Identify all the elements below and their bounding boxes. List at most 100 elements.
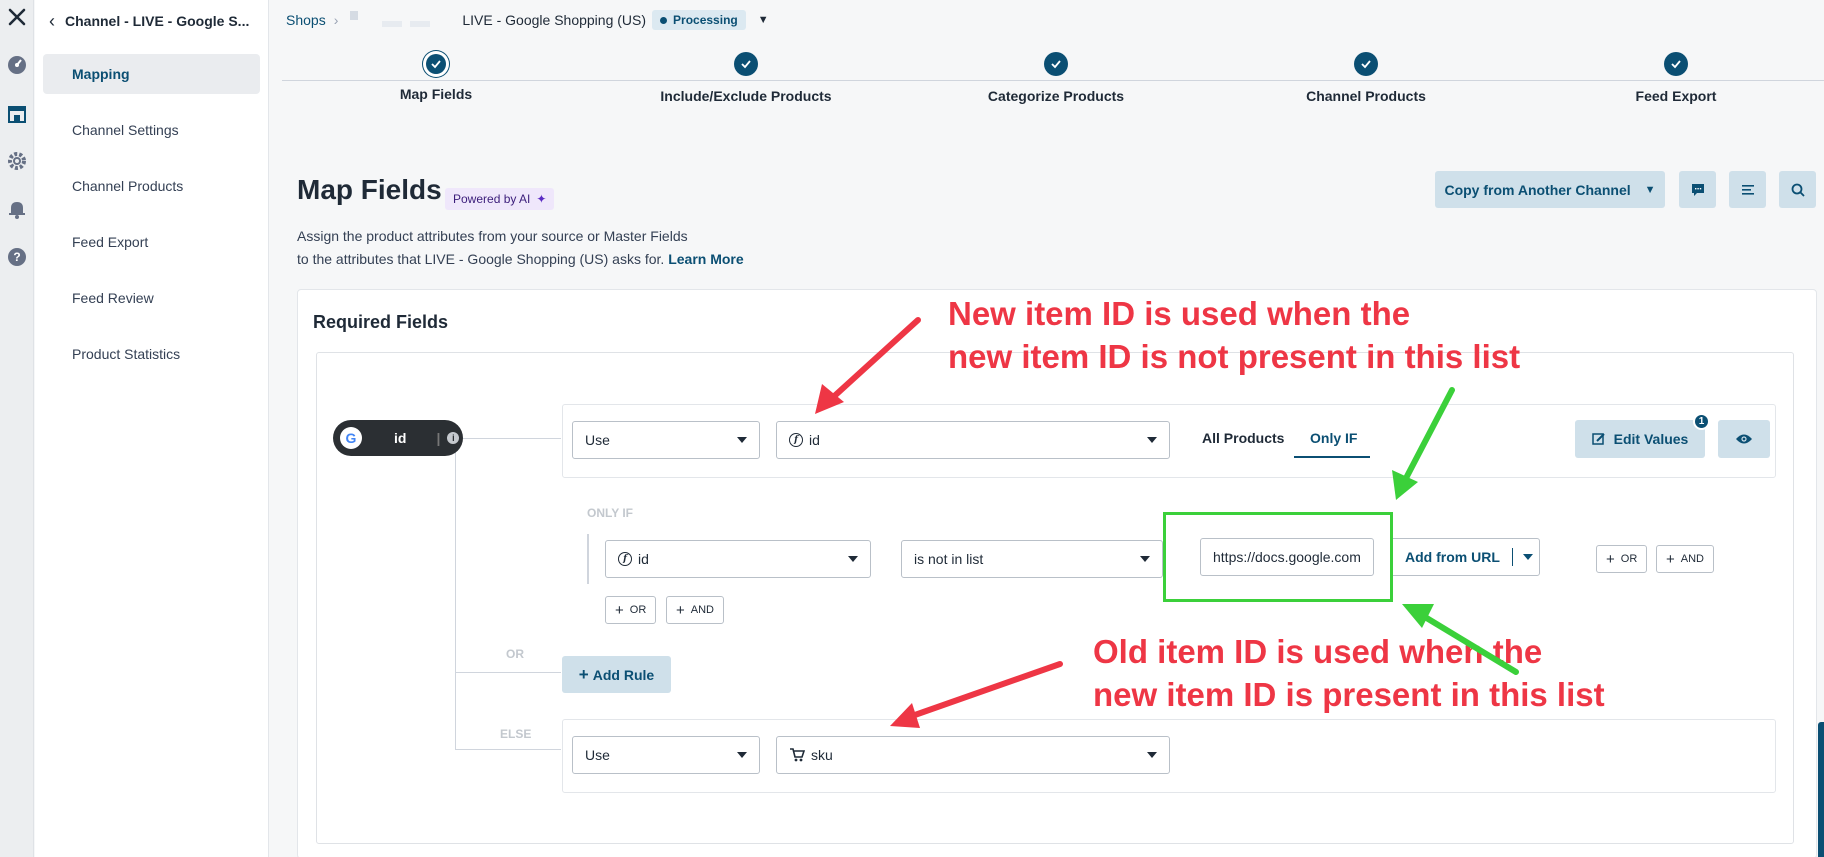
tree-line — [455, 749, 561, 750]
step-label: Channel Products — [1306, 88, 1426, 104]
sidebar-item-mapping[interactable]: Mapping — [43, 54, 260, 94]
add-rule-button[interactable]: + Add Rule — [562, 656, 671, 693]
value-select-text: id — [809, 432, 820, 448]
edit-values-label: Edit Values — [1613, 431, 1689, 447]
back-chevron-icon[interactable]: ‹ — [49, 12, 55, 30]
add-and-condition-button[interactable]: + AND — [1656, 545, 1714, 573]
store-icon[interactable] — [6, 103, 28, 125]
or-branch-label: OR — [506, 647, 524, 661]
chevron-down-icon — [1140, 556, 1150, 562]
add-and-button[interactable]: + AND — [666, 596, 724, 624]
close-icon[interactable] — [6, 6, 28, 28]
or-label: OR — [1620, 553, 1638, 565]
info-icon[interactable]: i — [447, 432, 460, 444]
eye-icon — [1736, 434, 1752, 444]
sidebar-header: ‹ Channel - LIVE - Google S... — [49, 10, 264, 32]
annotation-top-line-2: new item ID is not present in this list — [948, 338, 1521, 375]
step-label: Feed Export — [1635, 88, 1717, 104]
add-rule-label: Add Rule — [592, 666, 655, 683]
step-include-exclude[interactable]: Include/Exclude Products — [646, 52, 846, 104]
ai-badge-text: Powered by AI — [453, 192, 531, 206]
sidebar-item-feed-review[interactable]: Feed Review — [43, 278, 260, 318]
only-if-label: ONLY IF — [587, 506, 634, 520]
annotation-bottom-line-2: new item ID is present in this list — [1093, 676, 1605, 713]
desc-line-1: Assign the product attributes from your … — [297, 228, 688, 244]
copy-from-channel-button[interactable]: Copy from Another Channel ▼ — [1435, 171, 1665, 208]
step-feed-export[interactable]: Feed Export — [1576, 52, 1776, 104]
learn-more-link[interactable]: Learn More — [668, 251, 743, 267]
condition-field-select[interactable]: f id — [605, 540, 871, 578]
annotation-bottom: Old item ID is used when the new item ID… — [1093, 630, 1605, 716]
annotation-bottom-line-1: Old item ID is used when the — [1093, 633, 1543, 670]
sidebar-item-product-statistics[interactable]: Product Statistics — [43, 334, 260, 374]
step-check-icon — [1664, 52, 1688, 76]
add-or-button[interactable]: + OR — [605, 596, 657, 624]
search-button[interactable] — [1779, 171, 1816, 208]
function-icon: f — [789, 433, 803, 447]
condition-bar — [587, 534, 589, 584]
gear-icon[interactable] — [6, 150, 28, 172]
breadcrumb-shops[interactable]: Shops — [286, 12, 326, 28]
use-select-value: Use — [585, 432, 610, 448]
split-divider — [1511, 548, 1513, 566]
sidebar-item-channel-products[interactable]: Channel Products — [43, 166, 260, 206]
sidebar-item-feed-export[interactable]: Feed Export — [43, 222, 260, 262]
plus-icon: + — [1666, 550, 1675, 568]
else-value-text: sku — [811, 747, 833, 763]
else-value-select[interactable]: sku — [776, 736, 1170, 774]
status-dot-icon — [660, 16, 668, 24]
chevron-down-icon — [1522, 554, 1533, 560]
step-channel-products[interactable]: Channel Products — [1266, 52, 1466, 104]
tree-line — [455, 672, 561, 673]
pill-divider: | — [436, 430, 441, 446]
status-badge: Processing — [652, 10, 746, 30]
tab-only-if[interactable]: Only IF — [1310, 430, 1357, 446]
help-icon[interactable]: ? — [6, 246, 28, 268]
chevron-down-icon — [1147, 437, 1157, 443]
use-select[interactable]: Use — [572, 421, 760, 459]
dashboard-icon[interactable] — [6, 54, 28, 76]
annotation-top-line-1: New item ID is used when the — [948, 295, 1411, 332]
channel-title: Channel - LIVE - Google S... — [65, 13, 250, 29]
desc-line-2: to the attributes that LIVE - Google Sho… — [297, 251, 665, 267]
step-map-fields[interactable]: Map Fields — [336, 52, 536, 102]
google-icon: G — [340, 427, 362, 449]
redacted-block — [382, 21, 403, 27]
page-title: Map Fields — [297, 174, 442, 205]
edit-icon — [1591, 433, 1605, 445]
comment-button[interactable] — [1679, 171, 1716, 208]
operator-value: is not in list — [914, 551, 984, 567]
step-check-icon — [426, 54, 446, 74]
value-select[interactable]: f id — [776, 421, 1170, 459]
redacted-block — [410, 21, 431, 27]
step-label: Include/Exclude Products — [660, 88, 832, 104]
step-label: Map Fields — [399, 86, 473, 102]
count-badge: 1 — [1693, 413, 1710, 430]
chevron-down-icon — [848, 556, 858, 562]
edit-values-button[interactable]: Edit Values — [1575, 420, 1705, 458]
operator-select[interactable]: is not in list — [901, 540, 1163, 578]
annotation-top: New item ID is used when the new item ID… — [948, 292, 1520, 378]
step-check-icon — [1044, 52, 1068, 76]
add-or-condition-button[interactable]: + OR — [1596, 545, 1648, 573]
shop-dropdown-icon[interactable]: ▼ — [758, 14, 769, 26]
step-categorize[interactable]: Categorize Products — [956, 52, 1156, 104]
tab-all-products[interactable]: All Products — [1202, 430, 1284, 446]
chevron-down-icon: ▼ — [1644, 183, 1656, 196]
step-label: Categorize Products — [987, 88, 1125, 104]
preview-button[interactable] — [1718, 420, 1770, 458]
page-description: Assign the product attributes from your … — [297, 225, 817, 271]
scrollbar-thumb[interactable] — [1818, 722, 1824, 857]
sidebar: ‹ Channel - LIVE - Google S... Mapping C… — [35, 0, 269, 857]
shop-name: LIVE - Google Shopping (US) — [462, 12, 647, 28]
chevron-down-icon — [737, 437, 747, 443]
list-view-button[interactable] — [1729, 171, 1766, 208]
add-from-url-button[interactable]: Add from URL — [1390, 538, 1540, 576]
else-use-select[interactable]: Use — [572, 736, 760, 774]
redacted-block — [350, 10, 359, 20]
bell-icon[interactable] — [6, 198, 28, 220]
field-pill-id[interactable]: G id | i — [333, 420, 463, 456]
sidebar-item-channel-settings[interactable]: Channel Settings — [43, 110, 260, 150]
list-icon — [1741, 184, 1754, 195]
card-title: Required Fields — [313, 312, 449, 332]
